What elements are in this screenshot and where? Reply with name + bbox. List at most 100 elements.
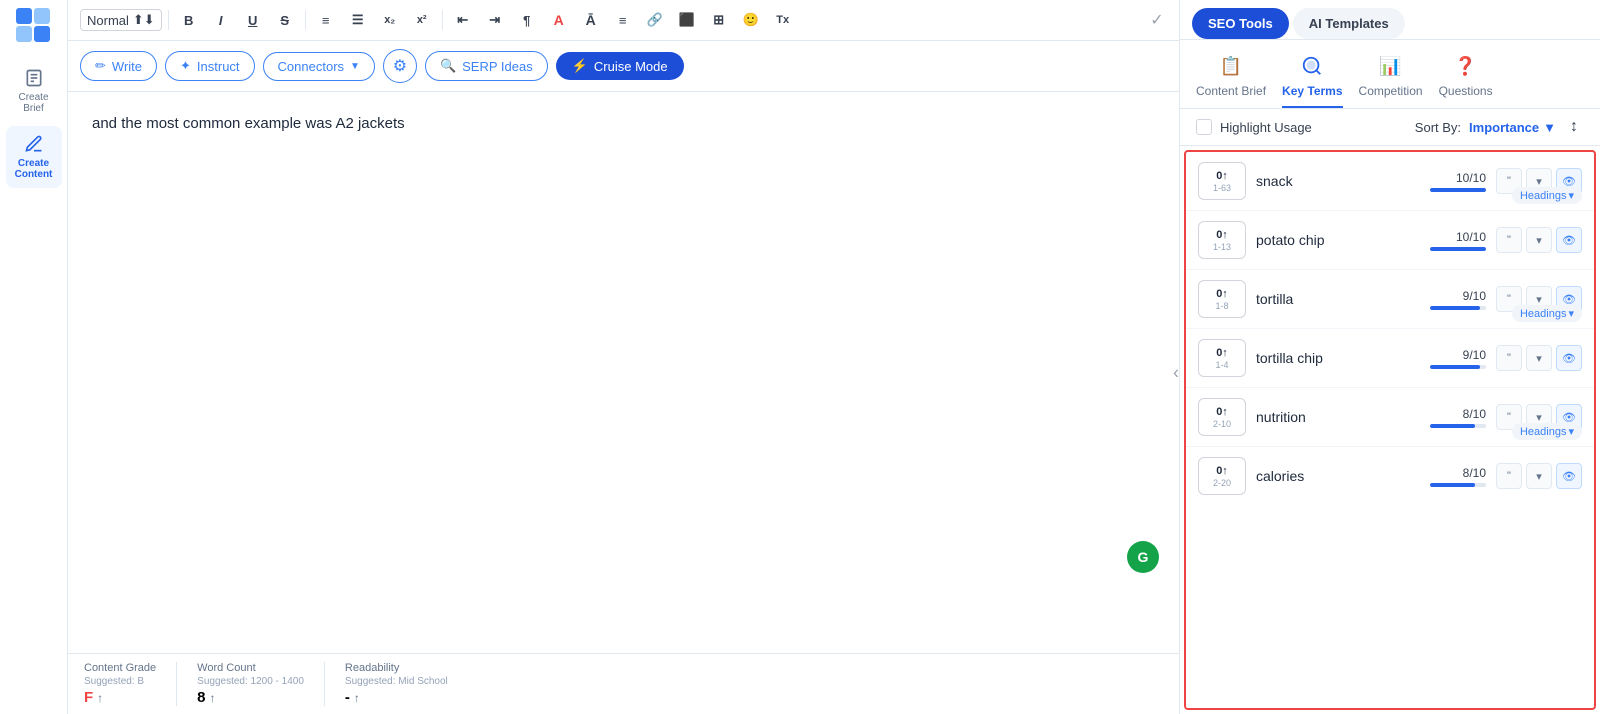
ai-templates-tab[interactable]: AI Templates [1293, 8, 1405, 39]
paragraph-button[interactable]: ¶ [513, 6, 541, 34]
score-bar-fill [1430, 365, 1480, 369]
instruct-icon: ✦ [180, 58, 191, 74]
highlight-checkbox[interactable] [1196, 119, 1212, 135]
wordcount-label: Word Count [197, 662, 304, 674]
search-icon: 🔍 [440, 58, 456, 74]
toolbar-divider-2 [305, 10, 306, 30]
key-terms-icon [1298, 52, 1326, 80]
keyword-row: 0↑ 1-8 tortilla 9/10 " ▾ 👁 Headings▾ [1186, 270, 1594, 329]
instruct-button[interactable]: ✦ Instruct [165, 51, 255, 81]
nav-questions[interactable]: ❓ Questions [1439, 52, 1493, 108]
expand-button[interactable]: ▾ [1526, 227, 1552, 253]
settings-button[interactable]: ⚙ [383, 49, 417, 83]
main-editor: Normal ⬆⬇ B I U S ≡ ☰ x₂ x² ⇤ ⇥ ¶ A Ā ≡ … [68, 0, 1180, 714]
score-bar-fill [1430, 483, 1475, 487]
connectors-button[interactable]: Connectors ▼ [263, 52, 375, 81]
score-badge: 0↑ 1-8 [1198, 280, 1246, 318]
toolbar-divider-1 [168, 10, 169, 30]
keyword-name: calories [1256, 468, 1416, 484]
resize-handle[interactable]: ‹› [1173, 362, 1179, 383]
editor-content[interactable]: and the most common example was A2 jacke… [92, 112, 1155, 136]
score-bar-fill [1430, 247, 1486, 251]
ul-button[interactable]: ☰ [344, 6, 372, 34]
readability-stat: Readability Suggested: Mid School - ↑ [325, 662, 468, 706]
keyword-row: 0↑ 2-20 calories 8/10 " ▾ 👁 [1186, 447, 1594, 505]
emoji-button[interactable]: 🙂 [737, 6, 765, 34]
keyword-score-area: 8/10 [1426, 407, 1486, 428]
headings-badge[interactable]: Headings▾ [1512, 187, 1582, 204]
grammarly-button[interactable]: G [1127, 541, 1159, 573]
nav-content-brief[interactable]: 📋 Content Brief [1196, 52, 1266, 108]
quote-button[interactable]: " [1496, 227, 1522, 253]
headings-label: Headings [1520, 190, 1566, 202]
score-range: 1-4 [1215, 360, 1228, 370]
quote-button[interactable]: " [1496, 345, 1522, 371]
strikethrough-button[interactable]: S [271, 6, 299, 34]
gear-icon: ⚙ [393, 56, 407, 76]
readability-value: - [345, 689, 350, 706]
serp-ideas-button[interactable]: 🔍 SERP Ideas [425, 51, 548, 81]
expand-button[interactable]: ▾ [1526, 345, 1552, 371]
score-fraction: 10/10 [1456, 171, 1486, 185]
indent-left-button[interactable]: ⇤ [449, 6, 477, 34]
toolbar-check-icon: ✓ [1147, 10, 1167, 30]
keyword-name: tortilla chip [1256, 350, 1416, 366]
table-button[interactable]: ⊞ [705, 6, 733, 34]
keyword-row: 0↑ 2-10 nutrition 8/10 " ▾ 👁 Headings▾ [1186, 388, 1594, 447]
keywords-list: 0↑ 1-63 snack 10/10 " ▾ 👁 Headings▾ 0↑ 1… [1184, 150, 1596, 710]
score-fraction: 8/10 [1463, 466, 1486, 480]
score-count: 0↑ [1216, 347, 1228, 359]
clear-format-button[interactable]: Tx [769, 6, 797, 34]
keyword-actions: " ▾ 👁 [1496, 227, 1582, 253]
score-bar-bg [1430, 365, 1486, 369]
right-top-tabs: SEO Tools AI Templates [1180, 0, 1600, 40]
cruise-mode-button[interactable]: ⚡ Cruise Mode [556, 52, 684, 80]
indent-right-button[interactable]: ⇥ [481, 6, 509, 34]
underline-button[interactable]: U [239, 6, 267, 34]
nav-key-terms[interactable]: Key Terms [1282, 52, 1342, 108]
score-badge: 0↑ 1-4 [1198, 339, 1246, 377]
nav-competition[interactable]: 📊 Competition [1359, 52, 1423, 108]
keyword-score-area: 9/10 [1426, 289, 1486, 310]
superscript-button[interactable]: x² [408, 6, 436, 34]
font-color-button[interactable]: A [545, 6, 573, 34]
score-range: 1-63 [1213, 183, 1231, 193]
headings-badge[interactable]: Headings▾ [1512, 305, 1582, 322]
sort-select[interactable]: Importance ▼ [1469, 120, 1556, 135]
ol-button[interactable]: ≡ [312, 6, 340, 34]
write-icon: ✏ [95, 58, 106, 74]
sort-order-icon[interactable]: ↕ [1564, 117, 1584, 137]
italic-button[interactable]: I [207, 6, 235, 34]
eye-button[interactable]: 👁 [1556, 345, 1582, 371]
eye-button[interactable]: 👁 [1556, 227, 1582, 253]
score-bar-bg [1430, 188, 1486, 192]
score-count: 0↑ [1216, 406, 1228, 418]
format-select[interactable]: Normal ⬆⬇ [80, 9, 162, 31]
sidebar-item-create-content[interactable]: Create Content [6, 126, 62, 188]
link-button[interactable]: 🔗 [641, 6, 669, 34]
right-nav: 📋 Content Brief Key Terms 📊 Competition … [1180, 40, 1600, 109]
seo-tools-tab[interactable]: SEO Tools [1192, 8, 1289, 39]
readability-arrow-icon: ↑ [354, 691, 360, 705]
readability-label: Readability [345, 662, 448, 674]
editor-area[interactable]: and the most common example was A2 jacke… [68, 92, 1179, 653]
score-count: 0↑ [1216, 170, 1228, 182]
word-count-stat: Word Count Suggested: 1200 - 1400 8 ↑ [177, 662, 325, 706]
quote-button[interactable]: " [1496, 463, 1522, 489]
headings-badge[interactable]: Headings▾ [1512, 423, 1582, 440]
bottom-bar: Content Grade Suggested: B F ↑ Word Coun… [68, 653, 1179, 714]
sidebar-item-create-brief[interactable]: Create Brief [6, 60, 62, 122]
sidebar-create-brief-label: Create Brief [18, 92, 48, 114]
image-button[interactable]: ⬛ [673, 6, 701, 34]
write-button[interactable]: ✏ Write [80, 51, 157, 81]
align-button[interactable]: ≡ [609, 6, 637, 34]
highlight-button[interactable]: Ā [577, 6, 605, 34]
score-badge: 0↑ 2-10 [1198, 398, 1246, 436]
chevron-down-icon: ▾ [1568, 425, 1574, 438]
subscript-button[interactable]: x₂ [376, 6, 404, 34]
eye-button[interactable]: 👁 [1556, 463, 1582, 489]
score-fraction: 9/10 [1463, 348, 1486, 362]
bold-button[interactable]: B [175, 6, 203, 34]
expand-button[interactable]: ▾ [1526, 463, 1552, 489]
score-fraction: 10/10 [1456, 230, 1486, 244]
